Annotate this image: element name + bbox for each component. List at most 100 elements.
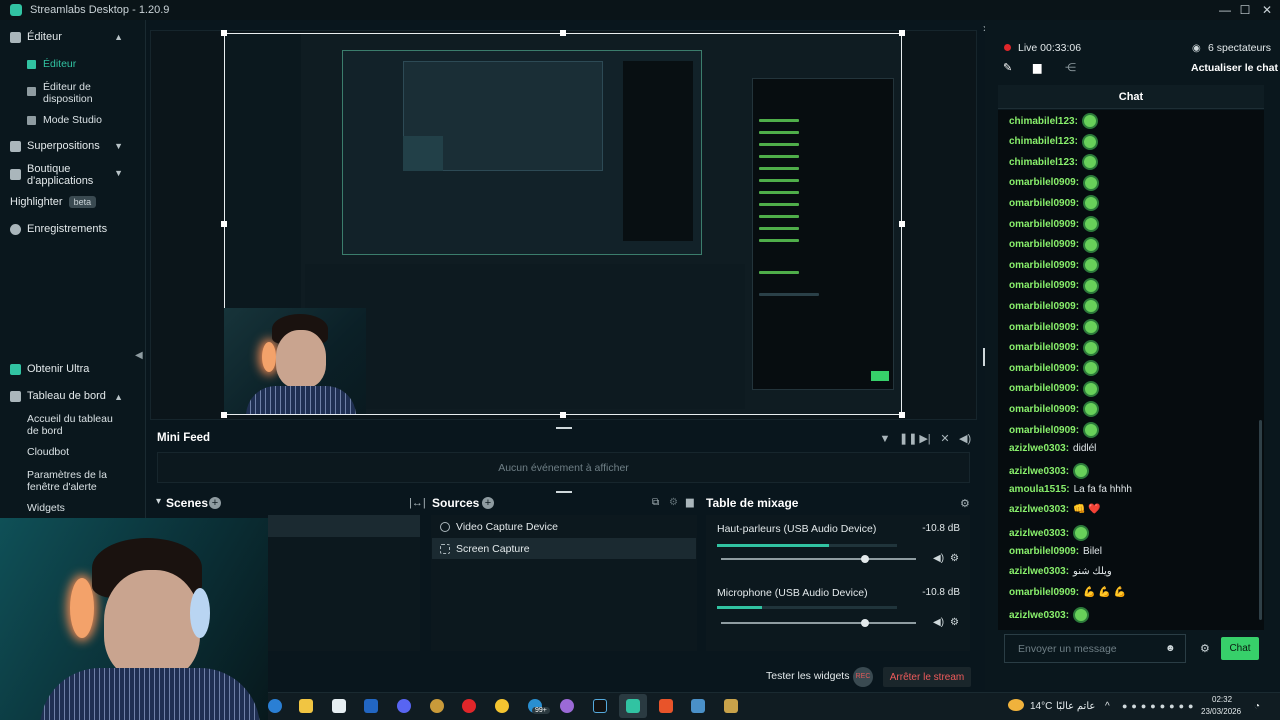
scene-row-selected[interactable] [268,515,420,537]
nav-sub-studio[interactable]: Mode Studio [27,114,102,126]
emoji-icon[interactable]: ☻ [1165,643,1176,654]
chat-username[interactable]: omarbilel0909: [1009,342,1079,353]
chat-message-input[interactable]: Envoyer un message [1004,634,1186,663]
nav-appstore[interactable]: Boutique d'applications [10,163,97,187]
nav-ultra[interactable]: Obtenir Ultra [10,363,89,375]
app-icon[interactable] [560,699,574,713]
chat-username[interactable]: azizlwe0303: [1009,528,1069,539]
resize-handle[interactable] [560,30,566,36]
share-icon[interactable]: ⋲ [1065,61,1076,74]
nav-sub-editor[interactable]: Éditeur [27,58,76,70]
edit-icon[interactable]: ✎ [1003,61,1012,74]
folder-icon[interactable]: ▆ [686,497,694,508]
notification-bell-icon[interactable]: ◔ [1254,701,1260,712]
chevron-up-icon[interactable]: ▲ [114,392,123,402]
chat-username[interactable]: omarbilel0909: [1009,587,1079,598]
weather-text[interactable]: عاتم عالبًا [1056,701,1095,712]
scene-transitions-icon[interactable]: |↔| [409,497,426,509]
flame-icon[interactable] [659,699,673,713]
chat-username[interactable]: omarbilel0909: [1009,280,1079,291]
pause-icon[interactable]: ❚❚ [899,433,917,445]
chat-username[interactable]: omarbilel0909: [1009,425,1079,436]
tray-icons[interactable]: ●●●●●●●● [1122,701,1198,711]
chat-username[interactable]: omarbilel0909: [1009,219,1079,230]
clock-date[interactable]: 23/03/2026 [1201,707,1241,716]
source-screen-capture[interactable]: Screen Capture [432,538,696,559]
chat-username[interactable]: omarbilel0909: [1009,383,1079,394]
resize-handle[interactable] [899,221,905,227]
clock-time[interactable]: 02:32 [1212,695,1232,704]
add-source-icon[interactable]: + [482,497,494,509]
nav-highlighter[interactable]: Highlighter beta [10,196,97,208]
chat-username[interactable]: amoula1515: [1009,484,1070,495]
nav-recordings[interactable]: Enregistrements [10,223,107,235]
group-icon[interactable]: ⧉ [652,497,659,508]
collapse-icon[interactable]: ▾ [156,496,161,507]
truck-icon[interactable]: ▆ [1033,61,1041,74]
chat-username[interactable]: omarbilel0909: [1009,363,1079,374]
store-icon[interactable] [332,699,346,713]
maximize-icon[interactable]: ☐ [1234,0,1256,20]
chat-username[interactable]: omarbilel0909: [1009,546,1079,557]
stop-stream-button[interactable]: Arrêter le stream [883,667,971,687]
refresh-chat-button[interactable]: Actualiser le chat [1191,62,1278,74]
tray-chevron-icon[interactable]: ^ [1105,701,1110,712]
drag-handle[interactable] [556,427,572,429]
collapse-sidebar-icon[interactable]: ◀ [135,350,143,361]
nav-sub-dashboard-home[interactable]: Accueil du tableau de bord [27,413,127,437]
mute-alerts-icon[interactable]: ✕ [939,433,951,445]
chat-username[interactable]: omarbilel0909: [1009,177,1079,188]
chat-username[interactable]: chimabilel123: [1009,116,1078,127]
chat-username[interactable]: azizlwe0303: [1009,466,1069,477]
chevron-down-icon[interactable]: ▼ [114,168,123,178]
chat-username[interactable]: azizlwe0303: [1009,566,1069,577]
resize-handle[interactable] [221,30,227,36]
filter-icon[interactable]: ▼ [879,433,891,445]
nav-sub-layout[interactable]: Éditeur de disposition [27,81,105,105]
source-video-capture[interactable]: Video Capture Device [432,516,696,537]
volume-icon[interactable]: ◀) [959,433,971,445]
nav-sub-alert-settings[interactable]: Paramètres de la fenêtre d'alerte [27,469,117,493]
speaker-icon[interactable]: ◀) [933,617,944,628]
tiktok-icon[interactable] [593,699,607,713]
chat-username[interactable]: omarbilel0909: [1009,322,1079,333]
chat-scrollbar[interactable] [1259,420,1262,620]
skip-icon[interactable]: ▶| [919,433,931,445]
resize-handle[interactable] [560,412,566,418]
weather-icon[interactable] [1008,699,1024,711]
chat-username[interactable]: azizlwe0303: [1009,610,1069,621]
source-properties-icon[interactable]: ⚙ [669,497,678,508]
chat-username[interactable]: omarbilel0909: [1009,404,1079,415]
chat-settings-icon[interactable]: ⚙ [1200,642,1210,655]
minimize-icon[interactable]: — [1214,0,1236,20]
chevron-down-icon[interactable]: ▼ [114,141,123,151]
drag-handle[interactable] [556,491,572,493]
nav-dashboard[interactable]: Tableau de bord [10,390,106,402]
close-icon[interactable]: ✕ [1256,0,1278,20]
chat-username[interactable]: omarbilel0909: [1009,301,1079,312]
league-icon[interactable] [724,699,738,713]
nav-sub-cloudbot[interactable]: Cloudbot [27,446,69,458]
add-scene-icon[interactable]: + [209,497,221,509]
chat-send-button[interactable]: Chat [1221,637,1259,660]
edge-icon[interactable] [268,699,282,713]
channel-settings-icon[interactable]: ⚙ [950,617,959,628]
chrome-icon[interactable] [495,699,509,713]
record-button[interactable]: REC [853,667,873,687]
chat-username[interactable]: azizlwe0303: [1009,443,1069,454]
resize-handle[interactable] [899,30,905,36]
nav-overlays[interactable]: Superpositions [10,140,100,152]
mixer-settings-icon[interactable]: ⚙ [960,497,970,510]
discord-icon[interactable] [397,699,411,713]
wow-icon[interactable] [430,699,444,713]
opera-icon[interactable] [462,699,476,713]
resize-handle[interactable] [899,412,905,418]
chat-username[interactable]: azizlwe0303: [1009,504,1069,515]
nav-editor[interactable]: Éditeur [10,31,62,43]
speaker-icon[interactable]: ◀) [933,553,944,564]
chat-username[interactable]: omarbilel0909: [1009,260,1079,271]
test-widgets-button[interactable]: Tester les widgets [766,670,849,682]
chat-username[interactable]: chimabilel123: [1009,157,1078,168]
resize-handle[interactable] [221,412,227,418]
volume-slider[interactable] [721,555,916,563]
